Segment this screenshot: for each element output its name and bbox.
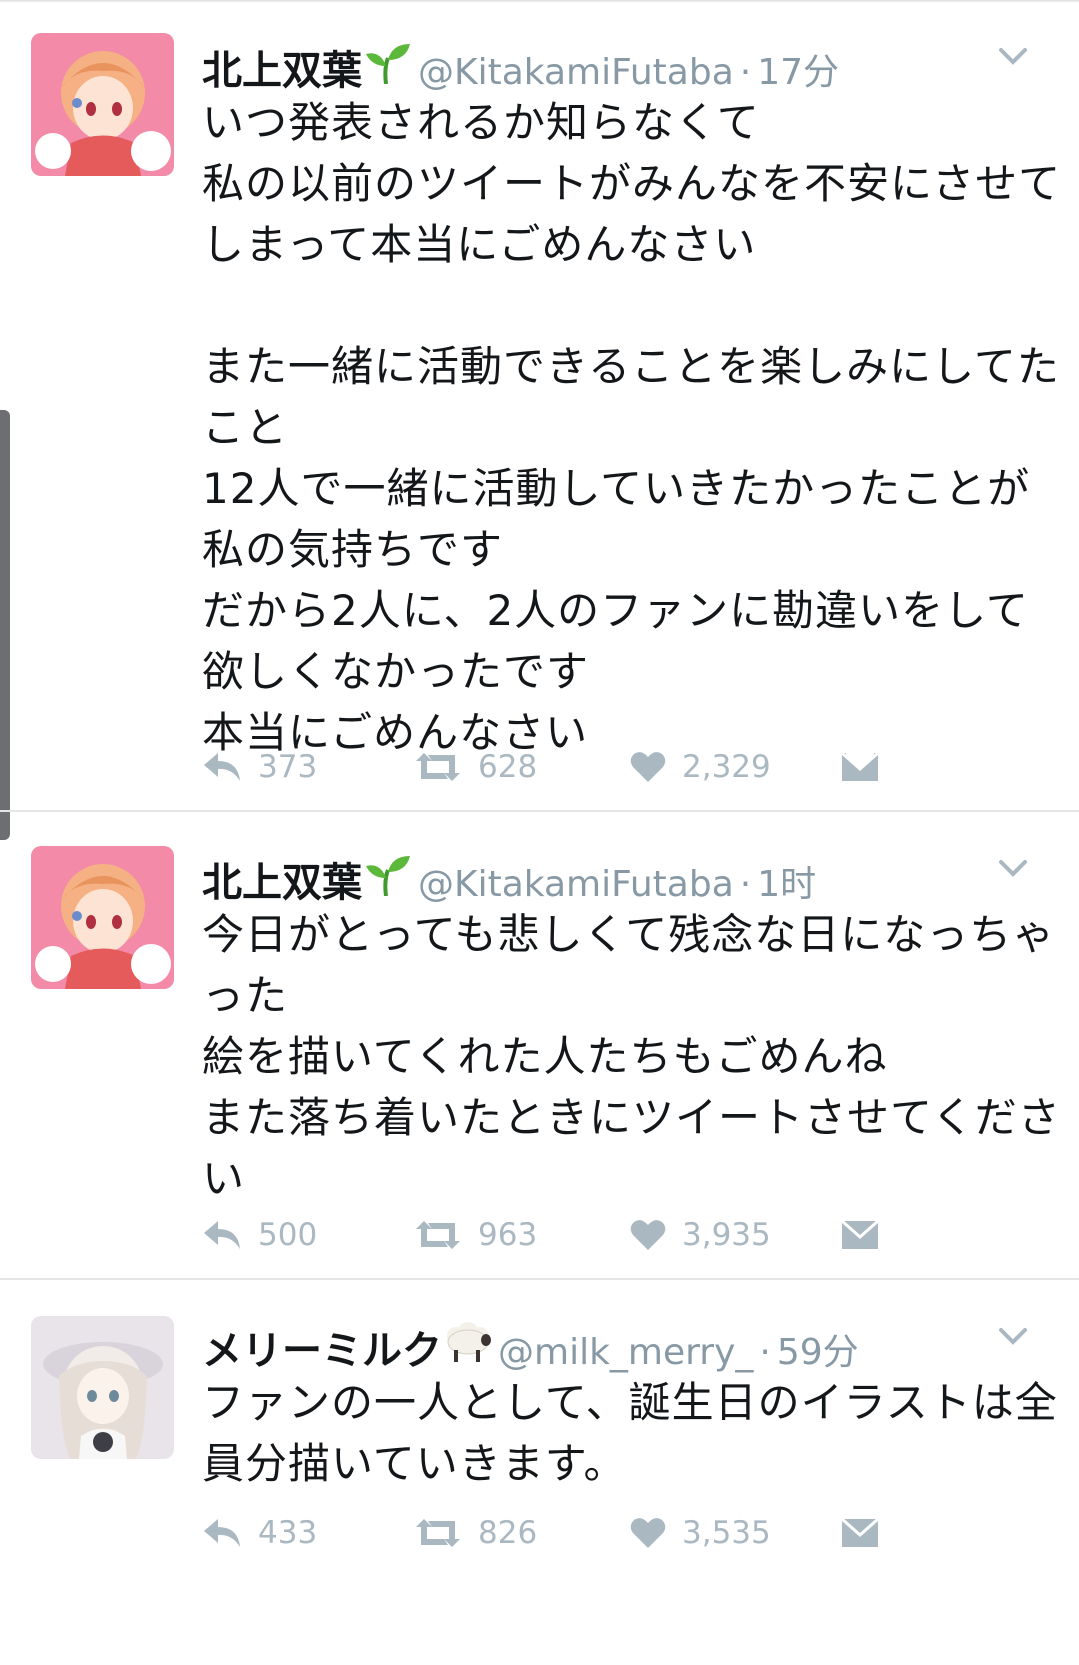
timestamp[interactable]: 17分: [757, 43, 839, 95]
envelope-icon: [842, 1517, 878, 1547]
heart-icon: [630, 752, 666, 782]
like-button[interactable]: 3,535: [630, 1508, 771, 1558]
direct-message-button[interactable]: [842, 1210, 878, 1260]
tweet-actions: 500 963 3,935: [202, 1210, 922, 1260]
retweet-icon: [416, 1519, 460, 1547]
like-button[interactable]: 2,329: [630, 742, 771, 792]
like-count: 2,329: [682, 749, 771, 785]
user-handle[interactable]: @KitakamiFutaba: [418, 52, 734, 93]
tweet-actions: 373 628 2,329: [202, 742, 922, 792]
reply-icon: [204, 753, 240, 781]
user-handle[interactable]: @milk_merry_: [498, 1332, 753, 1373]
like-count: 3,935: [682, 1217, 771, 1253]
avatar[interactable]: [31, 846, 174, 989]
tweet[interactable]: 北上双葉 @KitakamiFutaba · 1时 今日がとっても悲しくて残念な…: [0, 812, 1079, 1280]
user-handle[interactable]: @KitakamiFutaba: [418, 864, 734, 905]
reply-button[interactable]: 373: [202, 742, 317, 792]
tweet-text: ファンの一人として、誕生日のイラストは全員分描いていきます。: [202, 1378, 1058, 1488]
retweet-count: 963: [478, 1217, 538, 1253]
reply-button[interactable]: 500: [202, 1210, 317, 1260]
reply-button[interactable]: 433: [202, 1508, 317, 1558]
tweet-text: 今日がとっても悲しくて残念な日になっちゃった 絵を描いてくれた人たちもごめんね …: [202, 910, 1061, 1203]
retweet-count: 628: [478, 749, 538, 785]
tweet[interactable]: メリーミルク @milk_merry_ · 59分 ファンの一人として、誕生日の…: [0, 1280, 1079, 1665]
sheep-icon: [442, 1320, 492, 1364]
tweet-actions: 433 826 3,535: [202, 1508, 922, 1558]
reply-icon: [204, 1519, 240, 1547]
direct-message-button[interactable]: [842, 1508, 878, 1558]
retweet-count: 826: [478, 1515, 538, 1551]
chevron-down-icon[interactable]: [997, 44, 1029, 68]
display-name[interactable]: 北上双葉: [202, 38, 362, 96]
direct-message-button[interactable]: [842, 742, 878, 792]
like-button[interactable]: 3,935: [630, 1210, 771, 1260]
separator-dot: ·: [739, 864, 752, 905]
tweet-header: 北上双葉 @KitakamiFutaba · 1时: [202, 850, 816, 912]
like-count: 3,535: [682, 1515, 771, 1551]
timestamp[interactable]: 1时: [757, 855, 816, 907]
retweet-icon: [416, 753, 460, 781]
reply-count: 500: [258, 1217, 318, 1253]
heart-icon: [630, 1220, 666, 1250]
envelope-icon: [842, 751, 878, 781]
reply-icon: [204, 1221, 240, 1249]
display-name[interactable]: メリーミルク: [202, 1318, 442, 1376]
retweet-icon: [416, 1221, 460, 1249]
display-name[interactable]: 北上双葉: [202, 850, 362, 908]
seedling-icon: [362, 40, 412, 85]
avatar[interactable]: [31, 33, 174, 176]
tweet[interactable]: 北上双葉 @KitakamiFutaba · 17分 いつ発表されるか知らなくて…: [0, 0, 1079, 812]
tweet-header: メリーミルク @milk_merry_ · 59分: [202, 1318, 859, 1380]
envelope-icon: [842, 1219, 878, 1249]
separator-dot: ·: [759, 1332, 771, 1373]
retweet-button[interactable]: 628: [414, 742, 537, 792]
reply-count: 433: [258, 1515, 318, 1551]
tweet-header: 北上双葉 @KitakamiFutaba · 17分: [202, 38, 839, 100]
heart-icon: [630, 1518, 666, 1548]
reply-count: 373: [258, 749, 318, 785]
retweet-button[interactable]: 963: [414, 1210, 537, 1260]
retweet-button[interactable]: 826: [414, 1508, 537, 1558]
chevron-down-icon[interactable]: [997, 1324, 1029, 1348]
separator-dot: ·: [739, 52, 752, 93]
timestamp[interactable]: 59分: [777, 1323, 859, 1375]
avatar[interactable]: [31, 1316, 174, 1459]
seedling-icon: [362, 852, 412, 897]
chevron-down-icon[interactable]: [997, 856, 1029, 880]
tweet-text: いつ発表されるか知らなくて 私の以前のツイートがみんなを不安にさせてしまって本当…: [202, 98, 1062, 757]
